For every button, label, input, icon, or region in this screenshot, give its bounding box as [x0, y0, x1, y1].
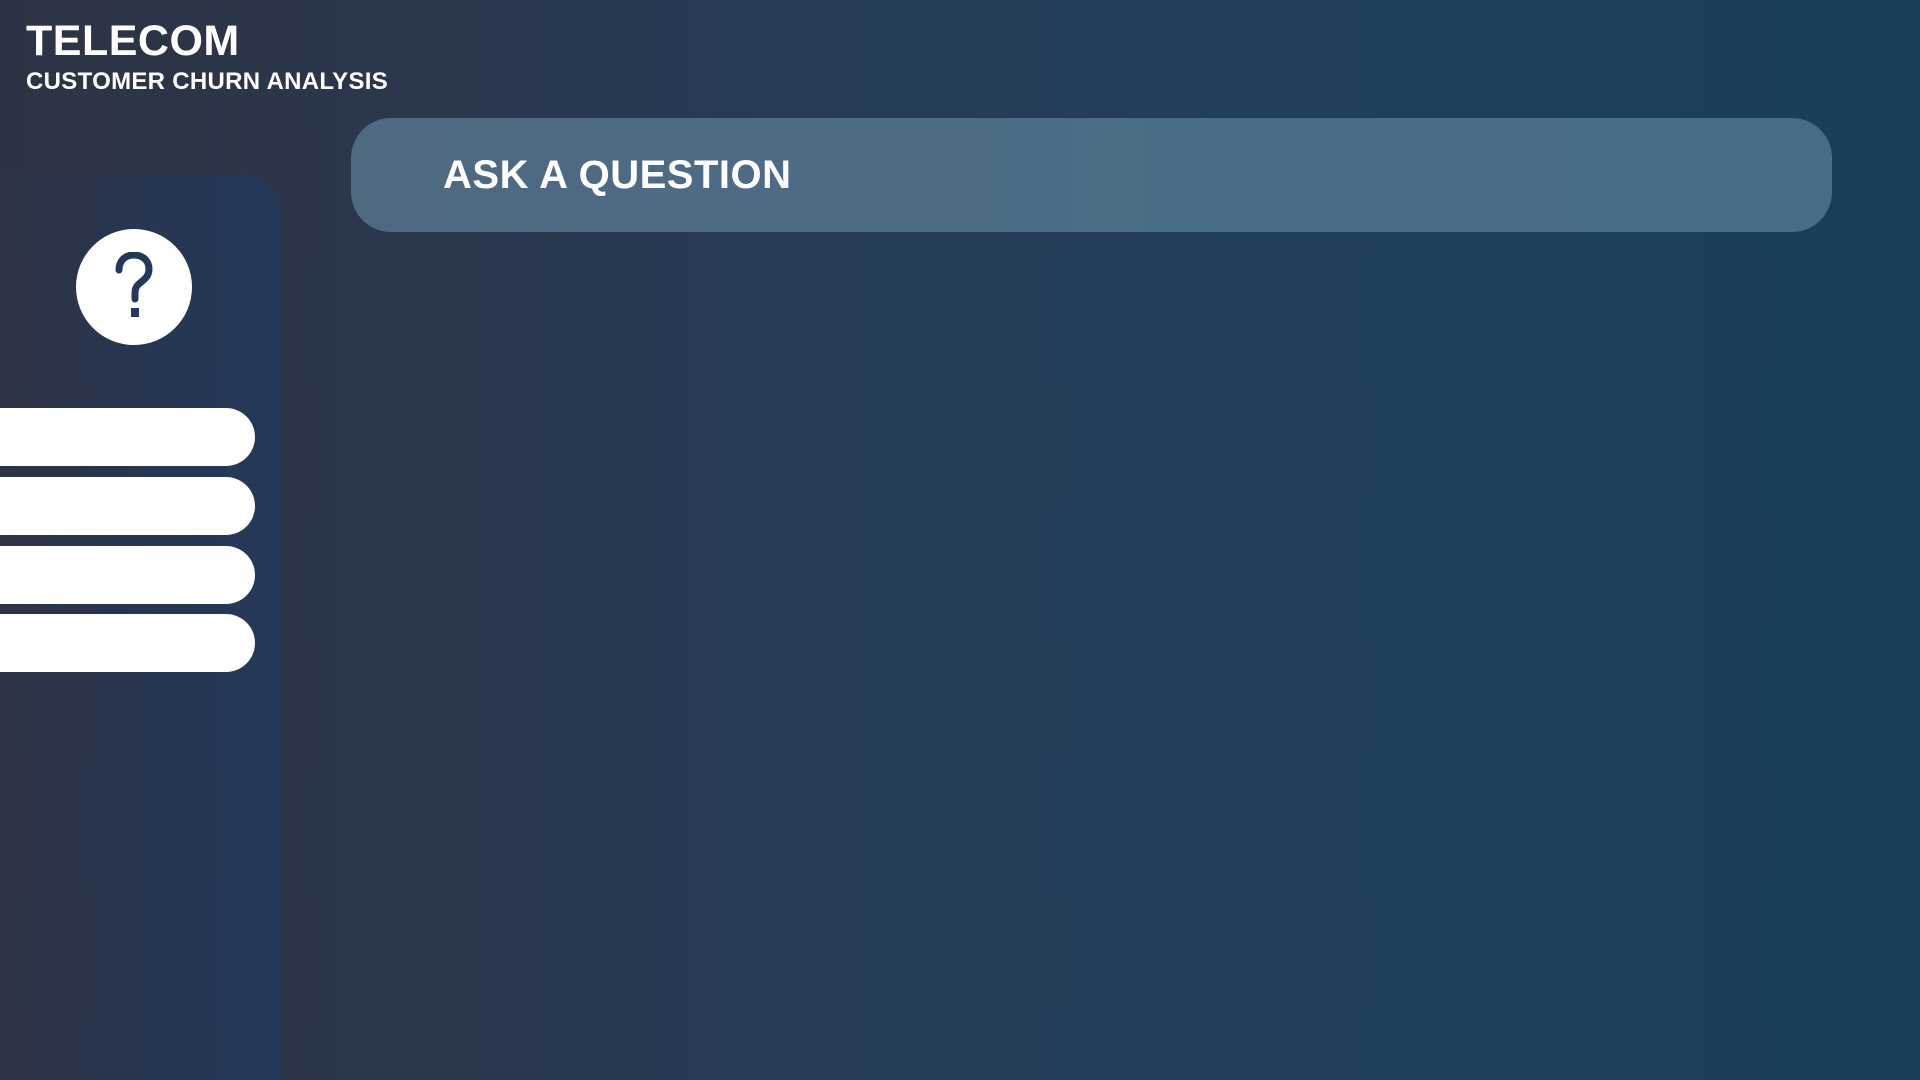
sidebar-nav-item-1[interactable]	[0, 408, 255, 466]
ask-question-input[interactable]: ASK A QUESTION	[351, 118, 1832, 232]
ask-question-placeholder: ASK A QUESTION	[443, 152, 792, 197]
question-mark-icon	[115, 252, 153, 317]
brand-header: TELECOM CUSTOMER CHURN ANALYSIS	[26, 16, 388, 96]
help-button[interactable]	[76, 229, 192, 345]
app-subtitle: CUSTOMER CHURN ANALYSIS	[26, 68, 389, 95]
app-title: TELECOM	[26, 17, 240, 65]
sidebar-nav-item-4[interactable]	[0, 614, 255, 672]
sidebar-nav-item-3[interactable]	[0, 546, 255, 604]
sidebar-nav-item-2[interactable]	[0, 477, 255, 535]
